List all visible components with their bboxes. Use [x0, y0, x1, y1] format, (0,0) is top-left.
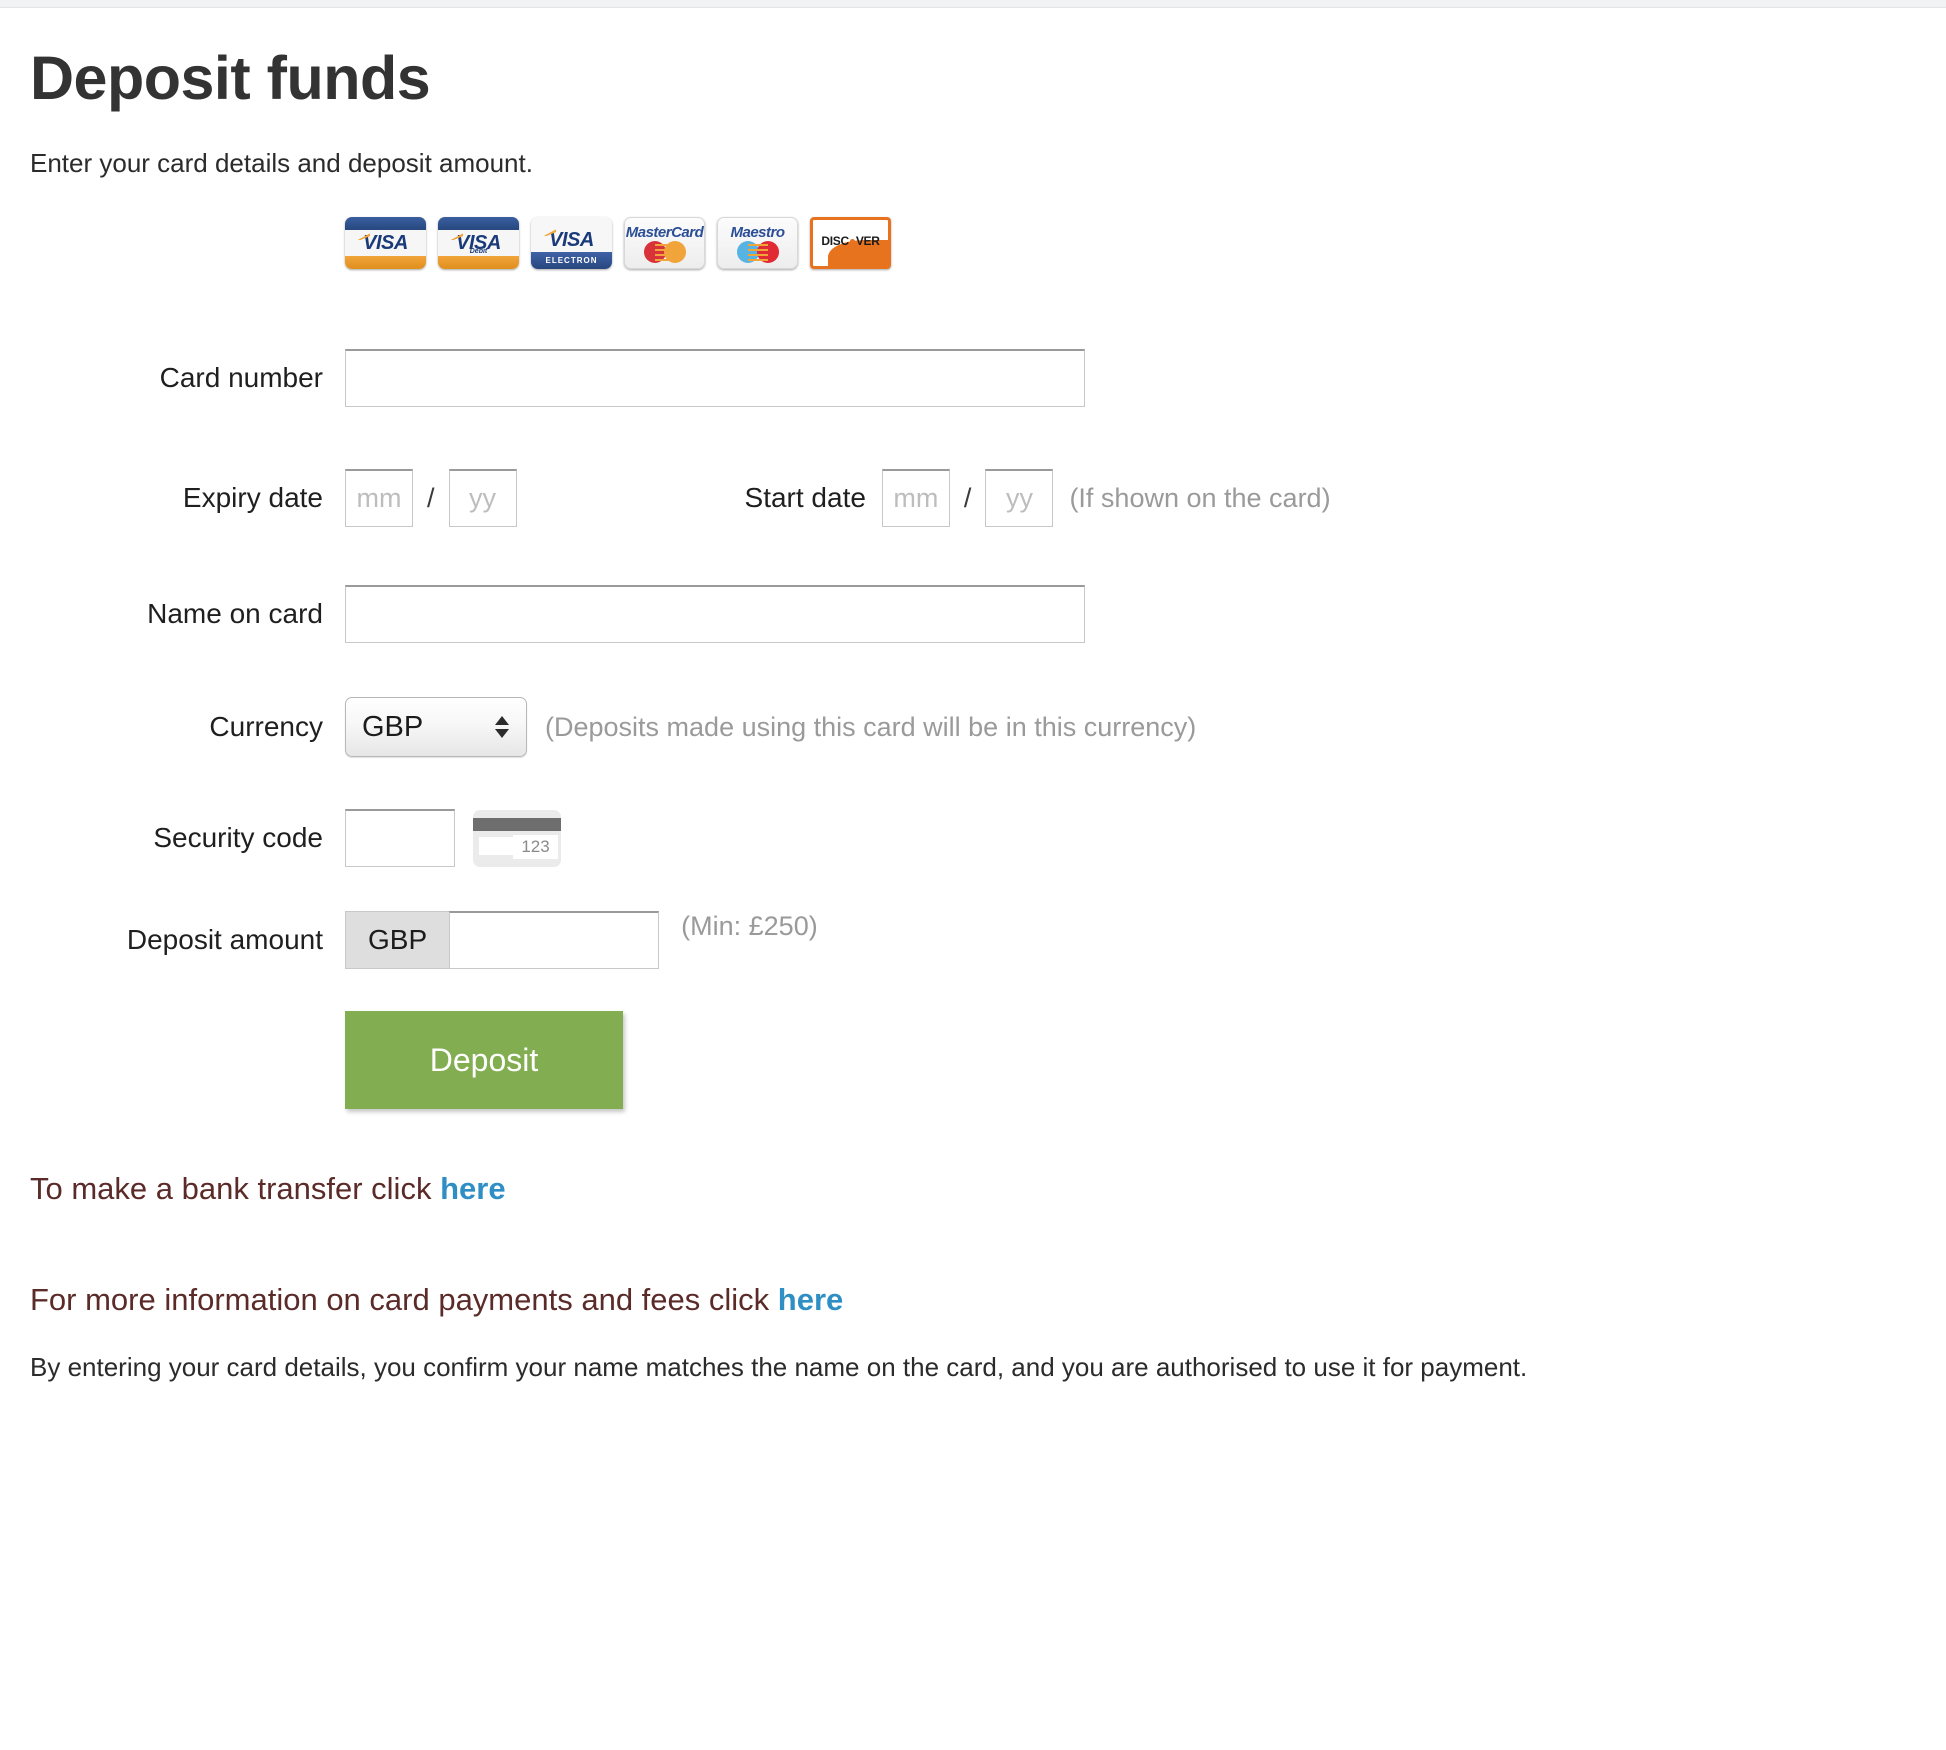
security-code-label: Security code — [153, 822, 323, 854]
deposit-funds-page: Deposit funds Enter your card details an… — [0, 8, 1946, 1387]
currency-row: Currency GBP (Deposits made using this c… — [0, 697, 1946, 758]
visa-debit-logo: VISA Debit — [438, 217, 519, 270]
visa-top-bar — [345, 217, 426, 231]
accepted-card-logos: VISA VISA Debit VISA ELECTRON MasterCard — [345, 217, 891, 270]
more-info-text: For more information on card payments an… — [30, 1282, 770, 1318]
start-date-hint: (If shown on the card) — [1069, 482, 1331, 513]
security-code-row: Security code 123 — [0, 809, 1946, 868]
security-code-input[interactable] — [345, 809, 455, 868]
deposit-amount-input[interactable] — [449, 911, 660, 970]
visa-wordmark: VISA — [345, 231, 426, 256]
start-date-label: Start date — [744, 482, 866, 514]
visa-electron-wordmark: VISA — [531, 227, 612, 253]
start-year-input[interactable] — [985, 469, 1054, 528]
name-on-card-row: Name on card — [0, 585, 1946, 644]
visa-bottom-bar — [345, 256, 426, 270]
expiry-separator: / — [427, 482, 435, 513]
name-on-card-input[interactable] — [345, 585, 1085, 644]
expiry-date-label: Expiry date — [182, 482, 323, 514]
deposit-amount-row: Deposit amount GBP (Min: £250) — [0, 910, 1946, 970]
bank-transfer-line: To make a bank transfer click here — [30, 1171, 1946, 1207]
discover-word-part2: VER — [855, 234, 880, 249]
accepted-cards-row: VISA VISA Debit VISA ELECTRON MasterCard — [0, 217, 1946, 270]
visa-logo: VISA — [345, 217, 426, 270]
card-details-disclaimer: By entering your card details, you confi… — [30, 1352, 1528, 1383]
page-subtitle: Enter your card details and deposit amou… — [30, 148, 533, 179]
visa-debit-bottom-bar — [438, 256, 519, 270]
mastercard-logo: MasterCard — [624, 217, 705, 270]
discover-word-part1: DISC — [821, 234, 849, 249]
expiry-month-input[interactable] — [345, 469, 413, 528]
maestro-circles — [736, 241, 779, 264]
more-info-line: For more information on card payments an… — [30, 1282, 1946, 1318]
card-number-input[interactable] — [345, 349, 1085, 408]
maestro-overlap — [747, 241, 768, 264]
page-footer: To make a bank transfer click here For m… — [0, 1171, 1946, 1387]
currency-select[interactable]: GBP — [345, 697, 527, 758]
start-separator: / — [963, 482, 972, 513]
discover-wordmark: DISC●VER — [813, 234, 888, 248]
mastercard-wordmark: MasterCard — [625, 224, 704, 242]
visa-electron-logo: VISA ELECTRON — [531, 217, 612, 270]
visa-electron-sublabel: ELECTRON — [531, 252, 612, 270]
card-number-label: Card number — [159, 362, 323, 394]
cvv-magnetic-stripe — [473, 817, 561, 831]
expiry-year-input[interactable] — [448, 469, 517, 528]
discover-o-dot: ● — [848, 234, 856, 249]
deposit-amount-label: Deposit amount — [126, 924, 323, 956]
deposit-currency-prefix: GBP — [345, 911, 450, 970]
card-number-row: Card number — [0, 349, 1946, 408]
visa-debit-sublabel: Debit — [469, 248, 488, 256]
discover-logo: DISC●VER — [810, 217, 891, 270]
bank-transfer-text: To make a bank transfer click — [30, 1171, 432, 1207]
visa-debit-top-bar — [438, 217, 519, 231]
deposit-form: VISA VISA Debit VISA ELECTRON MasterCard — [0, 217, 1946, 1110]
deposit-submit-row: Deposit — [0, 1011, 1946, 1110]
maestro-logo: Maestro — [717, 217, 798, 270]
currency-label: Currency — [209, 711, 323, 743]
cvv-card-icon: 123 — [473, 809, 561, 867]
bank-transfer-link[interactable]: here — [440, 1171, 505, 1206]
deposit-amount-hint: (Min: £250) — [681, 910, 818, 941]
more-info-link[interactable]: here — [778, 1282, 843, 1317]
maestro-wordmark: Maestro — [730, 224, 785, 242]
browser-top-edge — [0, 0, 1946, 8]
start-month-input[interactable] — [881, 469, 950, 528]
cvv-example-digits: 123 — [513, 834, 558, 859]
name-on-card-label: Name on card — [147, 598, 323, 630]
currency-select-wrapper[interactable]: GBP — [345, 697, 527, 758]
mastercard-overlap — [654, 241, 675, 264]
expiry-start-row: Expiry date / Start date / (If shown on … — [0, 469, 1946, 528]
currency-hint: (Deposits made using this card will be i… — [545, 711, 1197, 742]
deposit-button[interactable]: Deposit — [345, 1011, 623, 1110]
mastercard-circles — [643, 241, 686, 264]
page-title: Deposit funds — [30, 44, 431, 112]
